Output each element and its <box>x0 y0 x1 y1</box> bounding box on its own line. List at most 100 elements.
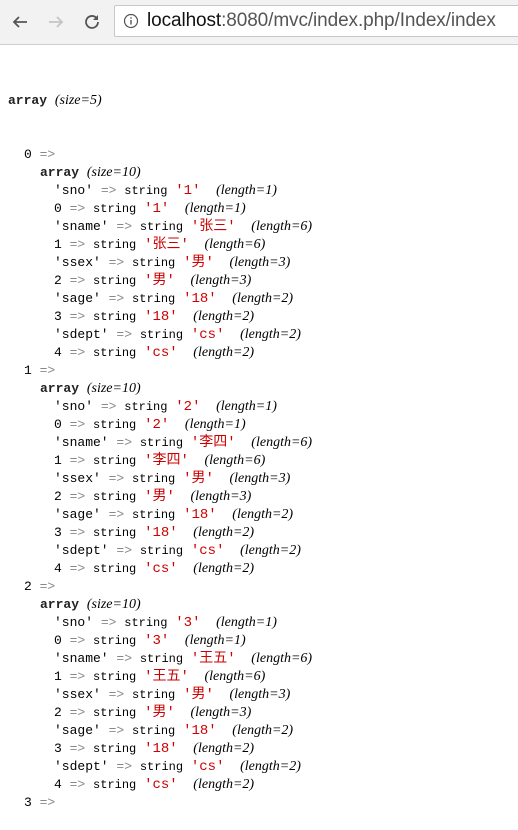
dump-row: 'ssex' => string '男' (length=3) <box>8 254 312 272</box>
arrow-symbol: => <box>116 219 133 234</box>
row-key: 1 <box>54 237 62 252</box>
row-key: 0 <box>54 417 62 432</box>
row-key: 2 <box>54 273 62 288</box>
string-value: '张三' <box>190 219 236 235</box>
arrow-symbol: => <box>69 453 86 468</box>
dump-row: 'sdept' => string 'cs' (length=2) <box>8 326 312 344</box>
string-length: (length=2) <box>240 327 301 342</box>
dump-row: 0 => string '2' (length=1) <box>8 416 312 434</box>
dump-row: 'sno' => string '2' (length=1) <box>8 398 312 416</box>
array-size: (size=10) <box>86 381 141 396</box>
type-label: string <box>93 346 137 360</box>
string-length: (length=2) <box>232 507 294 522</box>
url-text[interactable]: localhost:8080/mvc/index.php/Index/index <box>147 10 496 32</box>
type-label: string <box>93 634 137 648</box>
reload-button[interactable] <box>78 8 106 36</box>
row-key: 4 <box>54 777 62 792</box>
entry-index-line: 0 => <box>8 146 312 164</box>
dump-row: 'sdept' => string 'cs' (length=2) <box>8 758 312 776</box>
array-keyword: array <box>40 597 80 612</box>
entry-index-line: 1 => <box>8 362 312 380</box>
arrow-symbol: => <box>116 759 133 774</box>
string-value: '2' <box>144 417 170 433</box>
forward-button[interactable] <box>42 8 70 36</box>
arrow-symbol: => <box>69 705 86 720</box>
arrow-symbol: => <box>69 741 86 756</box>
string-length: (length=1) <box>216 399 277 414</box>
type-label: string <box>124 400 168 414</box>
string-length: (length=2) <box>240 543 301 558</box>
arrow-symbol: => <box>116 543 133 558</box>
string-value: 'cs' <box>144 345 178 361</box>
entry-index-line: 3 => <box>8 794 312 812</box>
row-key: 'ssex' <box>54 687 101 702</box>
type-label: string <box>132 256 176 270</box>
string-length: (length=6) <box>251 435 313 450</box>
string-value: '王五' <box>190 651 236 667</box>
dump-row: 4 => string 'cs' (length=2) <box>8 776 312 794</box>
dump-row: 'sno' => string '1' (length=1) <box>8 182 312 200</box>
row-key: 'sname' <box>54 651 109 666</box>
info-icon[interactable] <box>123 13 139 29</box>
dump-row: 3 => string '18' (length=2) <box>8 308 312 326</box>
url-path: :8080/mvc/index.php/Index/index <box>221 10 496 31</box>
row-key: 3 <box>54 741 62 756</box>
string-length: (length=2) <box>240 759 301 774</box>
arrow-symbol: => <box>108 723 125 738</box>
string-value: '男' <box>144 273 175 289</box>
string-value: '王五' <box>144 669 189 685</box>
row-key: 4 <box>54 561 62 576</box>
arrow-symbol: => <box>108 471 125 486</box>
dump-row: 'sno' => string '3' (length=1) <box>8 614 312 632</box>
type-label: string <box>93 490 137 504</box>
type-label: string <box>132 292 176 306</box>
string-length: (length=6) <box>251 219 313 234</box>
arrow-symbol: => <box>100 615 117 630</box>
row-key: 'sdept' <box>54 543 109 558</box>
arrow-symbol: => <box>108 255 125 270</box>
array-keyword: array <box>40 381 80 396</box>
string-length: (length=2) <box>232 723 294 738</box>
string-length: (length=3) <box>229 687 291 702</box>
arrow-symbol: => <box>69 273 86 288</box>
arrow-symbol: => <box>108 507 125 522</box>
nested-array-line: array (size=10) <box>8 380 312 398</box>
address-bar[interactable]: localhost:8080/mvc/index.php/Index/index <box>114 5 518 37</box>
string-value: '男' <box>183 471 214 487</box>
root-array-line: array (size=5) <box>8 92 312 110</box>
string-length: (length=6) <box>204 669 266 684</box>
arrow-symbol: => <box>39 579 56 594</box>
string-length: (length=6) <box>204 453 266 468</box>
row-key: 'ssex' <box>54 471 101 486</box>
row-key: 'sdept' <box>54 759 109 774</box>
row-key: 'sdept' <box>54 327 109 342</box>
arrow-symbol: => <box>69 417 86 432</box>
row-key: 2 <box>54 489 62 504</box>
string-value: '张三' <box>144 237 189 253</box>
array-keyword: array <box>8 93 48 108</box>
string-length: (length=3) <box>190 489 252 504</box>
arrow-symbol: => <box>39 147 56 162</box>
nested-array-line: array (size=10) <box>8 596 312 614</box>
back-button[interactable] <box>6 8 34 36</box>
browser-toolbar: localhost:8080/mvc/index.php/Index/index <box>0 0 518 45</box>
string-length: (length=1) <box>216 615 277 630</box>
string-value: '18' <box>144 309 178 325</box>
string-value: 'cs' <box>190 543 225 559</box>
string-value: '18' <box>144 741 178 757</box>
string-value: '男' <box>183 687 214 703</box>
string-length: (length=1) <box>184 201 246 216</box>
string-value: 'cs' <box>144 561 178 577</box>
arrow-symbol: => <box>39 363 56 378</box>
entry-index: 0 <box>24 147 32 162</box>
arrow-symbol: => <box>69 237 86 252</box>
string-value: '1' <box>144 201 170 217</box>
string-length: (length=3) <box>229 471 291 486</box>
string-value: 'cs' <box>190 327 225 343</box>
type-label: string <box>93 670 137 684</box>
row-key: 1 <box>54 669 62 684</box>
arrow-symbol: => <box>116 327 133 342</box>
dump-row: 'sname' => string '王五' (length=6) <box>8 650 312 668</box>
array-size: (size=10) <box>86 597 141 612</box>
string-value: '18' <box>144 525 178 541</box>
